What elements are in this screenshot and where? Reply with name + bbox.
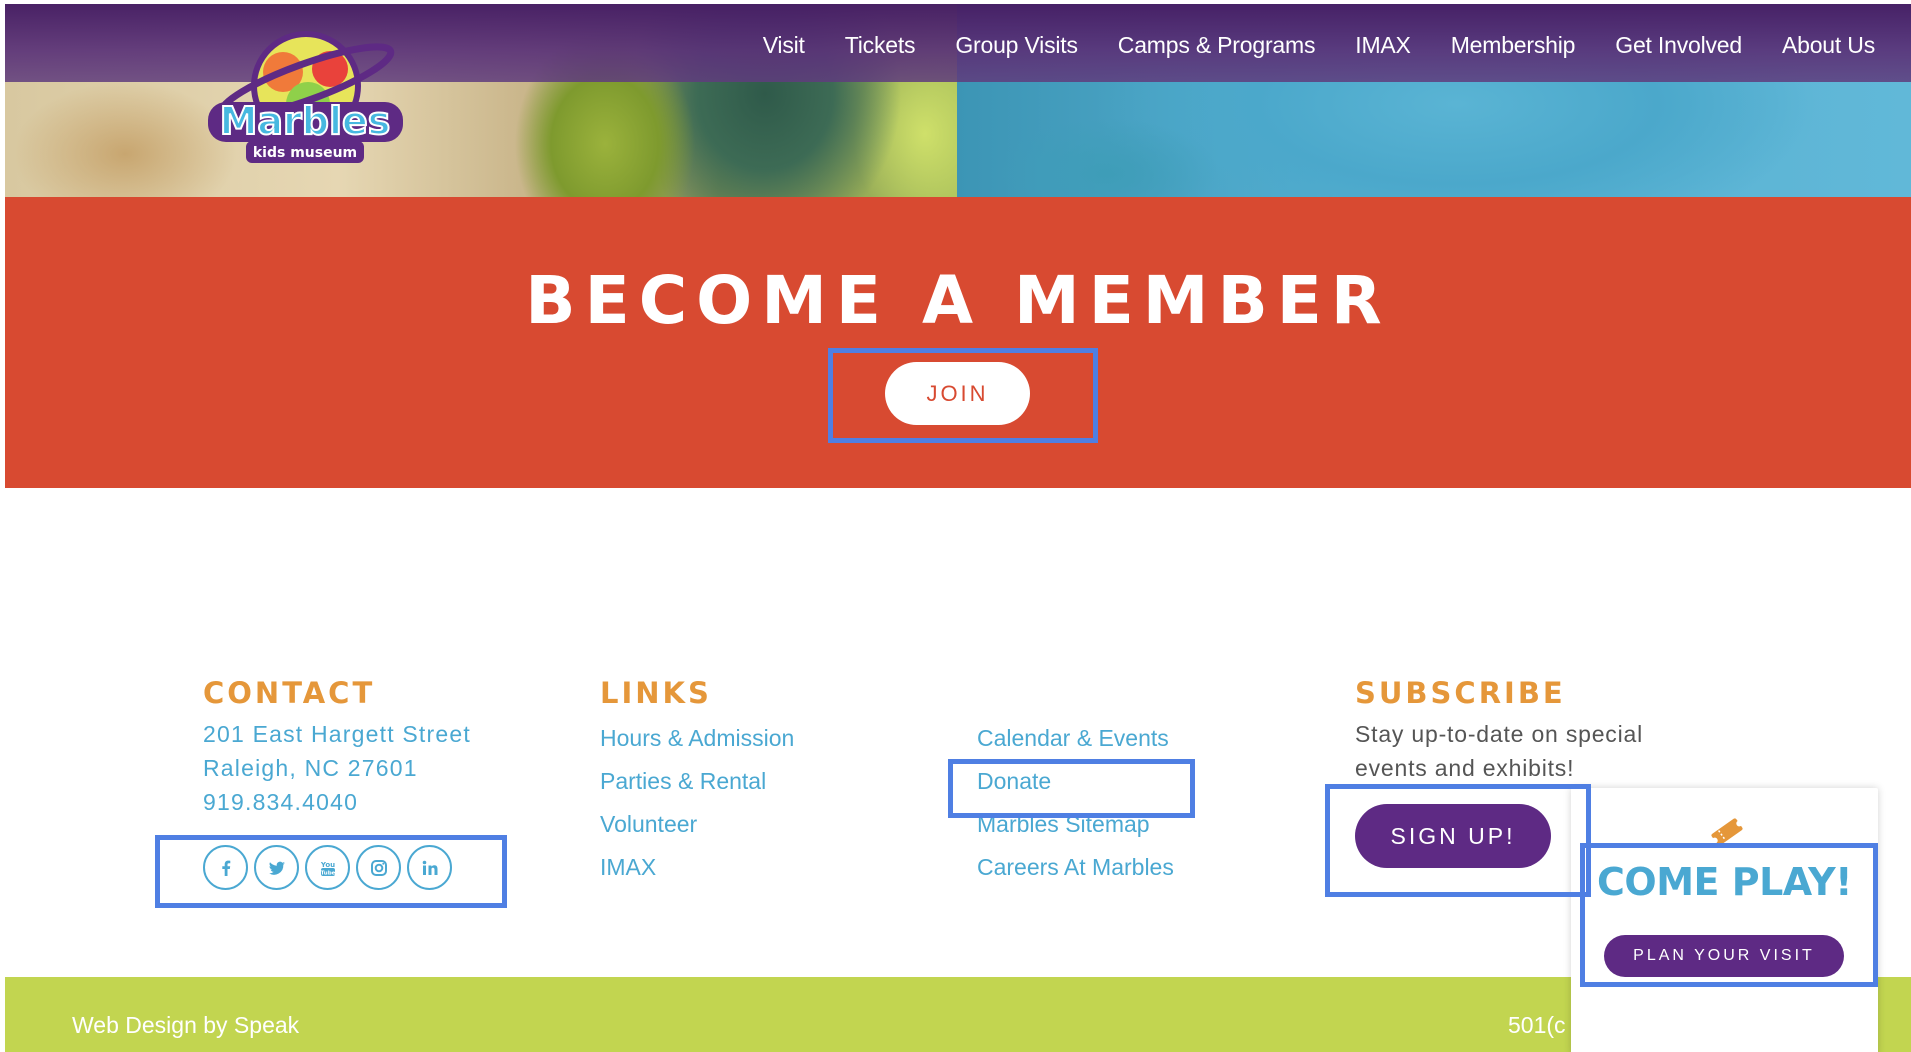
nav-imax[interactable]: IMAX <box>1335 32 1430 59</box>
main-nav: Visit Tickets Group Visits Camps & Progr… <box>743 32 1875 59</box>
nav-get-involved[interactable]: Get Involved <box>1595 32 1762 59</box>
facebook-icon[interactable] <box>203 845 248 890</box>
links-heading: LINKS <box>600 676 712 710</box>
link-parties-rental[interactable]: Parties & Rental <box>600 768 766 795</box>
link-volunteer[interactable]: Volunteer <box>600 811 697 838</box>
contact-address-line1[interactable]: 201 East Hargett Street <box>203 721 471 748</box>
svg-text:Marbles: Marbles <box>220 99 391 143</box>
contact-heading: CONTACT <box>203 676 376 710</box>
nav-about-us[interactable]: About Us <box>1762 32 1875 59</box>
link-calendar-events[interactable]: Calendar & Events <box>977 725 1169 752</box>
subscribe-text-line2: events and exhibits! <box>1355 755 1575 781</box>
nav-camps-programs[interactable]: Camps & Programs <box>1098 32 1335 59</box>
membership-title: BECOME A MEMBER <box>525 262 1391 339</box>
youtube-icon[interactable]: You Tube <box>305 845 350 890</box>
membership-banner: BECOME A MEMBER JOIN <box>5 197 1911 488</box>
link-marbles-sitemap[interactable]: Marbles Sitemap <box>977 811 1150 838</box>
sign-up-button[interactable]: SIGN UP! <box>1355 804 1551 868</box>
web-design-credit[interactable]: Web Design by Speak <box>72 1012 299 1039</box>
nav-group-visits[interactable]: Group Visits <box>935 32 1097 59</box>
contact-address-line2[interactable]: Raleigh, NC 27601 <box>203 755 418 782</box>
come-play-card: COME PLAY! PLAN YOUR VISIT <box>1571 788 1878 1052</box>
svg-text:You: You <box>319 861 334 869</box>
subscribe-heading: SUBSCRIBE <box>1355 676 1566 710</box>
contact-phone[interactable]: 919.834.4040 <box>203 789 358 816</box>
nav-membership[interactable]: Membership <box>1431 32 1596 59</box>
link-careers[interactable]: Careers At Marbles <box>977 854 1174 881</box>
nav-visit[interactable]: Visit <box>743 32 825 59</box>
twitter-icon[interactable] <box>254 845 299 890</box>
hero-banner: Marbles kids museum Visit Tickets Group … <box>5 4 1911 197</box>
subscribe-text-line1: Stay up-to-date on special <box>1355 721 1644 747</box>
marbles-logo[interactable]: Marbles kids museum <box>198 24 413 174</box>
svg-text:Tube: Tube <box>320 870 335 876</box>
page: Marbles kids museum Visit Tickets Group … <box>5 4 1911 1052</box>
legal-text: 501(c <box>1508 1012 1566 1038</box>
nav-tickets[interactable]: Tickets <box>825 32 936 59</box>
link-imax[interactable]: IMAX <box>600 854 656 881</box>
svg-text:kids museum: kids museum <box>253 145 357 161</box>
plan-your-visit-button[interactable]: PLAN YOUR VISIT <box>1604 935 1844 977</box>
link-hours-admission[interactable]: Hours & Admission <box>600 725 794 752</box>
ticket-icon <box>1711 818 1743 846</box>
come-play-title: COME PLAY! <box>1597 860 1852 904</box>
instagram-icon[interactable] <box>356 845 401 890</box>
link-donate[interactable]: Donate <box>977 768 1051 795</box>
social-links: You Tube <box>203 845 452 890</box>
join-button[interactable]: JOIN <box>885 362 1030 425</box>
linkedin-icon[interactable] <box>407 845 452 890</box>
